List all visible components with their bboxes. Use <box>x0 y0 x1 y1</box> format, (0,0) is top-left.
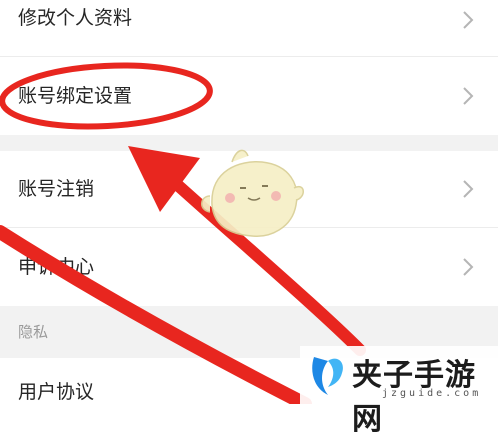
settings-item-appeal-center[interactable]: 申诉中心 <box>0 228 498 306</box>
chevron-right-icon <box>463 180 474 198</box>
settings-item-label: 修改个人资料 <box>18 7 133 29</box>
settings-item-edit-profile[interactable]: 修改个人资料 <box>0 0 498 56</box>
watermark: 夹子手游网 jzguide.com <box>300 346 498 437</box>
chevron-right-icon <box>463 258 474 276</box>
chevron-right-icon <box>463 87 474 105</box>
settings-item-account-binding[interactable]: 账号绑定设置 <box>0 57 498 135</box>
watermark-domain: jzguide.com <box>382 388 482 399</box>
section-title: 隐私 <box>18 323 49 341</box>
chevron-right-icon <box>463 11 474 29</box>
settings-item-label: 申诉中心 <box>18 256 95 278</box>
settings-item-label: 账号绑定设置 <box>18 85 133 107</box>
watermark-logo-icon <box>312 357 343 395</box>
section-gap <box>0 135 498 151</box>
settings-item-account-deletion[interactable]: 账号注销 <box>0 151 498 227</box>
settings-item-label: 账号注销 <box>18 178 95 200</box>
settings-item-label: 用户协议 <box>18 381 95 403</box>
